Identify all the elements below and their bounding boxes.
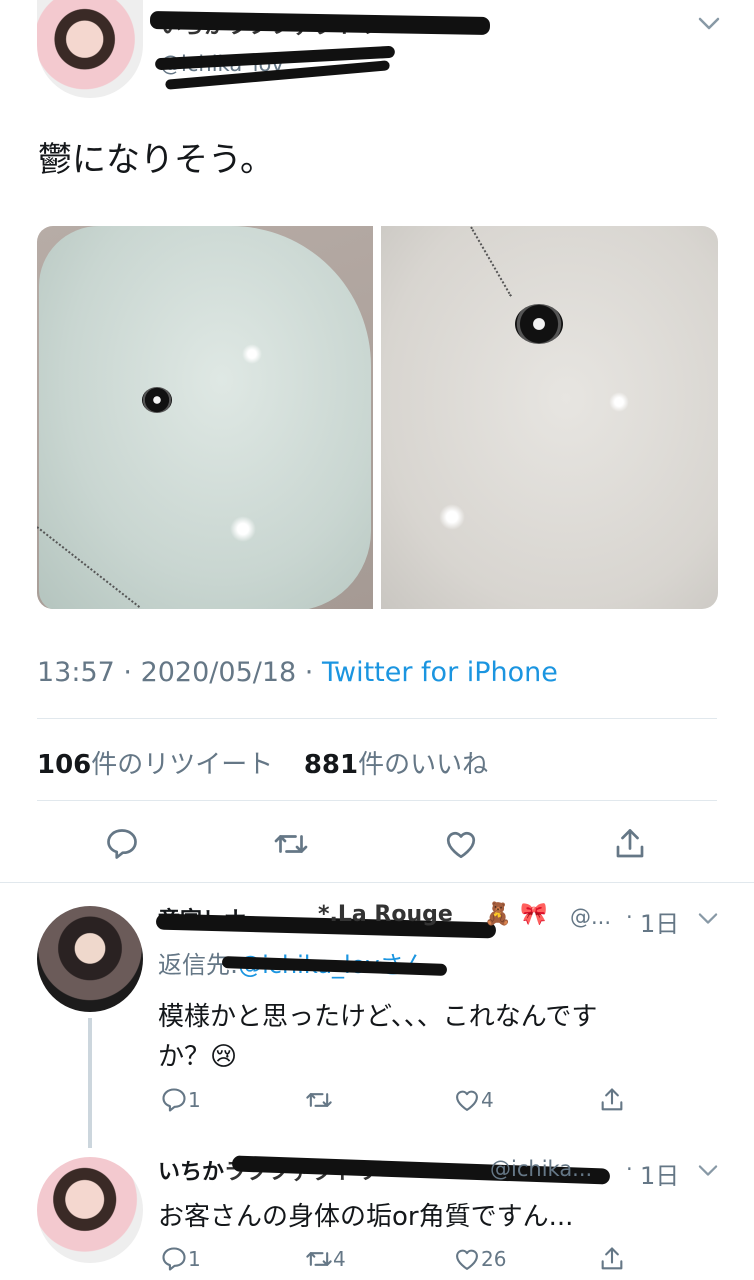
retweet-button[interactable] [305,1086,333,1114]
reply-separator: · [626,1157,633,1181]
tweet-photo-1[interactable] [37,226,373,609]
tweet-stats: 106件のリツイート 881件のいいね [37,744,488,781]
heart-icon [446,831,476,859]
ribbon-emoji: 🎀 [520,902,548,927]
heart-icon [456,1090,478,1111]
author-avatar[interactable] [37,0,143,98]
chevron-down-icon[interactable] [697,910,719,928]
light-reflection [609,392,629,412]
reply-author-suffix: *.La Rouge [318,902,453,927]
reply-count: 1 [188,1088,201,1112]
retweet-stat[interactable]: 106件のリツイート [37,750,273,780]
retweet-button[interactable]: 4 [305,1245,346,1273]
heart-icon [456,1249,478,1270]
reply-text-line1: 模様かと思ったけど、、、これなんです [158,1002,598,1032]
reply-date: 1日 [640,1162,680,1190]
tweet-time: 13:57 [37,657,115,688]
reply-handle[interactable]: @ichika... [490,1157,592,1181]
light-reflection [242,344,262,364]
reply-button[interactable]: 1 [160,1086,201,1114]
retweet-count: 4 [333,1247,346,1271]
divider [37,718,717,719]
retweet-icon [306,1093,332,1107]
reply-button[interactable]: 1 [160,1245,201,1273]
drain-plug [142,387,172,413]
like-count: 26 [481,1247,507,1271]
share-button[interactable] [598,1086,626,1114]
like-button[interactable] [439,822,483,866]
thread-line [88,1018,92,1148]
reply-count: 1 [188,1247,201,1271]
tweet-text: 鬱になりそう。 [38,140,274,180]
retweet-icon [306,1252,332,1266]
reply-text-line2: か？😢 [158,1042,238,1072]
tweet-meta: 13:57 · 2020/05/18 · Twitter for iPhone [37,657,558,688]
retweet-icon [274,835,308,853]
light-reflection [230,516,256,542]
meta-separator: · [304,657,322,688]
retweet-button[interactable] [269,822,313,866]
reply-button[interactable] [100,822,144,866]
like-stat[interactable]: 881件のいいね [304,750,488,780]
share-icon [601,1088,623,1111]
share-button[interactable] [598,1245,626,1273]
share-icon [616,829,644,858]
tweet-photo-2[interactable] [381,226,718,609]
divider [0,882,754,883]
drain-chain [470,226,512,297]
share-button[interactable] [608,822,652,866]
chevron-down-icon[interactable] [697,14,721,34]
like-button[interactable]: 26 [453,1245,506,1273]
reply-handle[interactable]: @... [570,905,611,929]
divider [37,800,717,801]
reply-icon [162,1088,186,1112]
tweet-date: 2020/05/18 [140,657,297,688]
light-reflection [439,504,465,530]
share-icon [601,1247,623,1270]
tweet-source-link[interactable]: Twitter for iPhone [322,657,558,688]
reply-avatar[interactable] [37,1157,143,1263]
bathtub-shape [39,226,371,609]
crying-emoji: 😢 [210,1042,238,1072]
like-count: 4 [481,1088,494,1112]
reply-date: 1日 [640,910,680,938]
reply-separator: · [626,905,633,929]
drain-plug [515,304,563,344]
reply-text: お客さんの身体の垢or角質ですん... [158,1202,574,1232]
meta-separator: · [123,657,141,688]
reply-avatar[interactable] [37,906,143,1012]
reply-icon [162,1247,186,1271]
like-button[interactable]: 4 [453,1086,494,1114]
chevron-down-icon[interactable] [697,1162,719,1180]
bear-emoji: 🧸 [484,902,512,927]
reply-icon [107,829,137,859]
